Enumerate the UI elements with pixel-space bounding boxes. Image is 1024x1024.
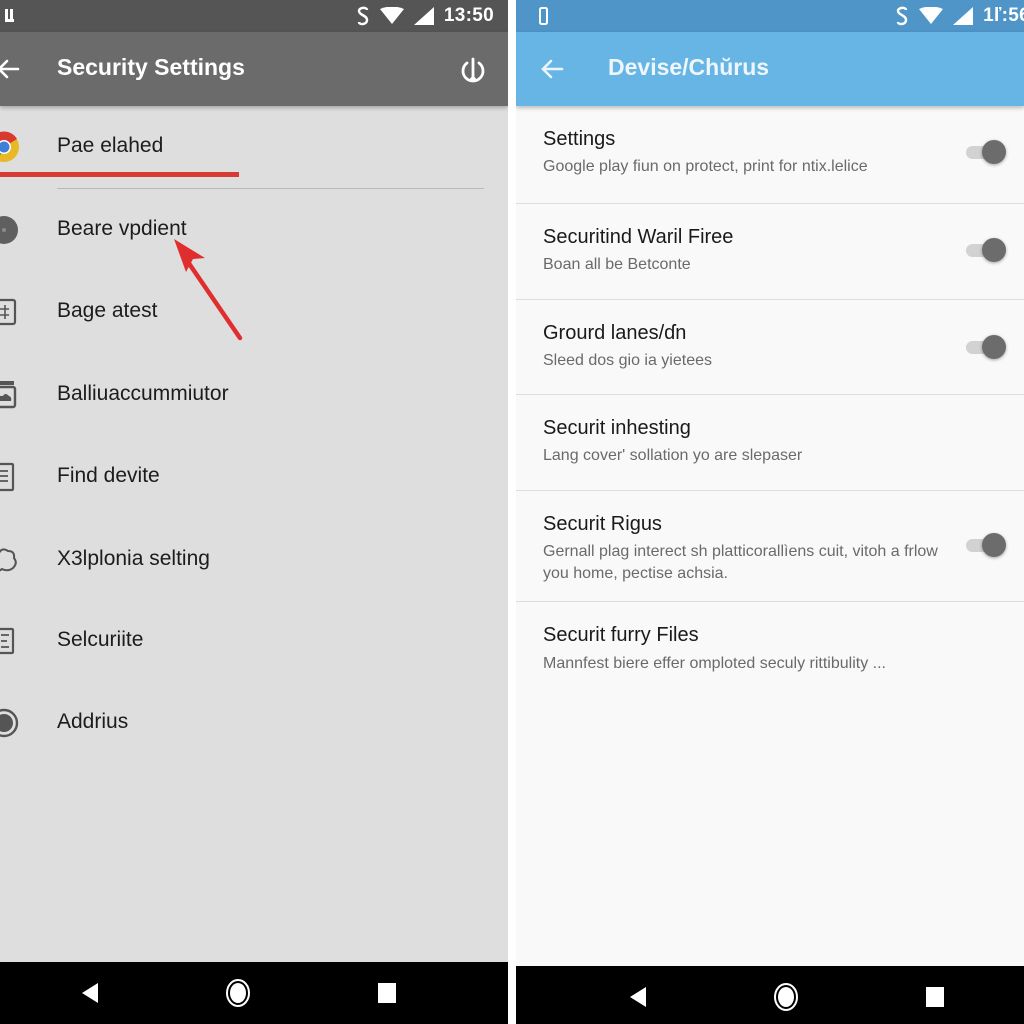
setting-item[interactable]: Securit furry Files Mannfest biere effer… [516, 602, 1024, 692]
menu-item-label: Find devite [57, 464, 160, 487]
app-bar: Security Settings [0, 32, 508, 106]
menu-item-bage-atest[interactable]: Bage atest [0, 282, 508, 342]
wifi-icon [379, 7, 404, 24]
grid-icon [0, 298, 17, 326]
menu-item-label: Balliuaccummiutor [57, 382, 229, 405]
nav-recents-icon[interactable] [925, 986, 945, 1008]
setting-toggle[interactable] [966, 531, 1008, 559]
page-title: Security Settings [57, 54, 245, 80]
status-icons: 13:50 [356, 0, 494, 32]
setting-title: Securitind Waril Firee [543, 226, 734, 248]
page-title: Devise/Chŭrus [608, 54, 770, 80]
setting-title: Securit furry Files [543, 624, 699, 646]
menu-item-beare-vpdient[interactable]: Beare vpdient [0, 200, 508, 260]
menu-item-pae-elahed[interactable]: Pae elahed [0, 117, 508, 177]
setting-subtitle: Gernall plag interect sh platticorallìen… [543, 543, 938, 582]
menu-item-label: Beare vpdient [57, 217, 187, 240]
setting-subtitle: Mannfest biere effer omploted seculy rit… [543, 655, 886, 672]
setting-subtitle: Lang cover' sollation yo are slepaser [543, 447, 803, 464]
setting-title: Securit Rigus [543, 513, 662, 535]
wifi-icon [919, 7, 944, 24]
menu-item-addrius[interactable]: Addrius [0, 693, 508, 753]
menu-item-balliuaccummiutor[interactable]: Balliuaccummiutor [0, 365, 508, 425]
menu-item-label: Pae elahed [57, 134, 164, 157]
sync-icon [357, 6, 369, 26]
menu-item-x3lplonia-selting[interactable]: X3lplonia selting [0, 530, 508, 590]
menu-item-selcuriite[interactable]: Selcuriite [0, 611, 508, 671]
setting-toggle[interactable] [966, 333, 1008, 361]
signal-icon [953, 7, 974, 25]
setting-title: Grourd lanes/ɗn [543, 322, 687, 344]
nav-recents-icon[interactable] [377, 982, 397, 1004]
cloud-icon [0, 548, 17, 572]
nav-back-icon[interactable] [628, 986, 648, 1008]
radio-icon [0, 708, 19, 738]
setting-item[interactable]: Settings Google play fiun on protect, pr… [516, 106, 1024, 204]
status-bar: 13:50 [0, 0, 508, 32]
setting-item[interactable]: Securit inhesting Lang cover' sollation … [516, 395, 1024, 491]
app-bar: Devise/Chŭrus [516, 32, 1024, 106]
status-time: 1ľ:56 [983, 5, 1024, 26]
nav-home-icon[interactable] [773, 982, 799, 1012]
navigation-bar [0, 962, 508, 1024]
chrome-icon [0, 131, 19, 162]
menu-item-label: Addrius [57, 710, 129, 733]
sync-icon [896, 6, 908, 26]
menu-item-label: X3lplonia selting [57, 547, 210, 570]
divider [57, 188, 484, 189]
setting-toggle[interactable] [966, 138, 1008, 166]
menu-item-label: Bage atest [57, 299, 158, 322]
signal-icon [413, 7, 434, 25]
document-icon [0, 627, 15, 655]
power-download-icon[interactable] [457, 54, 489, 86]
gear-circle-icon [0, 216, 18, 244]
setting-subtitle: Google play fiun on protect, print for n… [543, 158, 868, 175]
right-phone-screen: 1ľ:56 Devise/Chŭrus Settings Google play… [516, 0, 1024, 1024]
setting-item[interactable]: Grourd lanes/ɗn Sleed dos gio ia yietees [516, 300, 1024, 395]
status-bar: 1ľ:56 [516, 0, 1024, 32]
back-arrow-icon[interactable] [0, 55, 22, 83]
nav-back-icon[interactable] [80, 982, 100, 1004]
status-icons: 1ľ:56 [895, 0, 1024, 32]
panel-divider [508, 0, 516, 1024]
setting-subtitle: Boan all be Betconte [543, 256, 691, 273]
left-phone-screen: 13:50 Security Settings Pae elahed Beare… [0, 0, 508, 1024]
menu-item-find-devite[interactable]: Find devite [0, 447, 508, 507]
back-arrow-icon[interactable] [538, 55, 566, 83]
list-icon [0, 462, 15, 492]
setting-title: Settings [543, 128, 616, 150]
setting-toggle[interactable] [966, 236, 1008, 264]
menu-item-label: Selcuriite [57, 628, 144, 651]
setting-title: Securit inhesting [543, 417, 691, 439]
nav-home-icon[interactable] [225, 978, 251, 1008]
notification-icon [5, 9, 14, 22]
status-time: 13:50 [443, 5, 494, 26]
highlight-underline [0, 172, 239, 177]
battery-icon [539, 7, 548, 25]
setting-subtitle: Sleed dos gio ia yietees [543, 352, 712, 369]
cloud-box-icon [0, 381, 17, 409]
setting-item[interactable]: Securitind Waril Firee Boan all be Betco… [516, 204, 1024, 300]
setting-item[interactable]: Securit Rigus Gernall plag interect sh p… [516, 491, 1024, 602]
navigation-bar [516, 966, 1024, 1024]
